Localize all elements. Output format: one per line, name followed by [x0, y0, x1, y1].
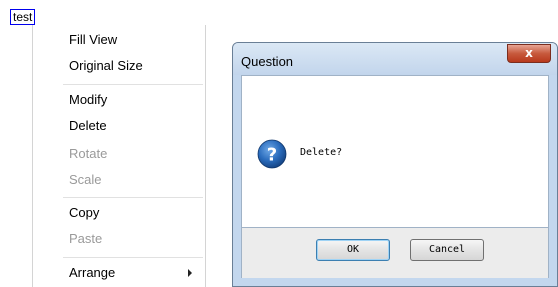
dialog-message: Delete?	[300, 147, 343, 158]
menu-item-scale: Scale	[69, 172, 102, 187]
question-icon: ?	[257, 139, 287, 169]
menu-item-copy[interactable]: Copy	[69, 205, 99, 221]
question-dialog: Question x ? Delete? OK Cancel	[232, 42, 558, 287]
close-button[interactable]: x	[507, 44, 551, 63]
dialog-button-bar: OK Cancel	[241, 228, 549, 278]
menu-item-modify[interactable]: Modify	[69, 92, 107, 108]
submenu-arrow-icon	[188, 269, 192, 277]
menu-item-original-size[interactable]: Original Size	[69, 58, 143, 74]
selection-label[interactable]: test	[10, 9, 36, 25]
menu-item-paste: Paste	[69, 231, 103, 246]
context-menu: Fill View Original Size Modify Delete Ro…	[32, 25, 206, 287]
dialog-bottom-border	[233, 278, 557, 286]
svg-text:?: ?	[267, 145, 277, 166]
menu-separator	[63, 84, 203, 85]
ok-button[interactable]: OK	[316, 239, 390, 261]
cancel-button[interactable]: Cancel	[410, 239, 484, 261]
menu-item-rotate: Rotate	[69, 146, 108, 161]
dialog-title: Question	[241, 54, 294, 69]
menu-item-delete[interactable]: Delete	[69, 118, 107, 134]
menu-item-fill-view[interactable]: Fill View	[69, 32, 117, 48]
menu-separator	[63, 197, 203, 198]
menu-item-arrange[interactable]: Arrange	[69, 265, 115, 281]
dialog-body: ? Delete?	[241, 75, 549, 228]
close-icon: x	[525, 46, 533, 60]
menu-separator	[63, 257, 203, 258]
dialog-titlebar[interactable]: Question x	[233, 43, 557, 75]
